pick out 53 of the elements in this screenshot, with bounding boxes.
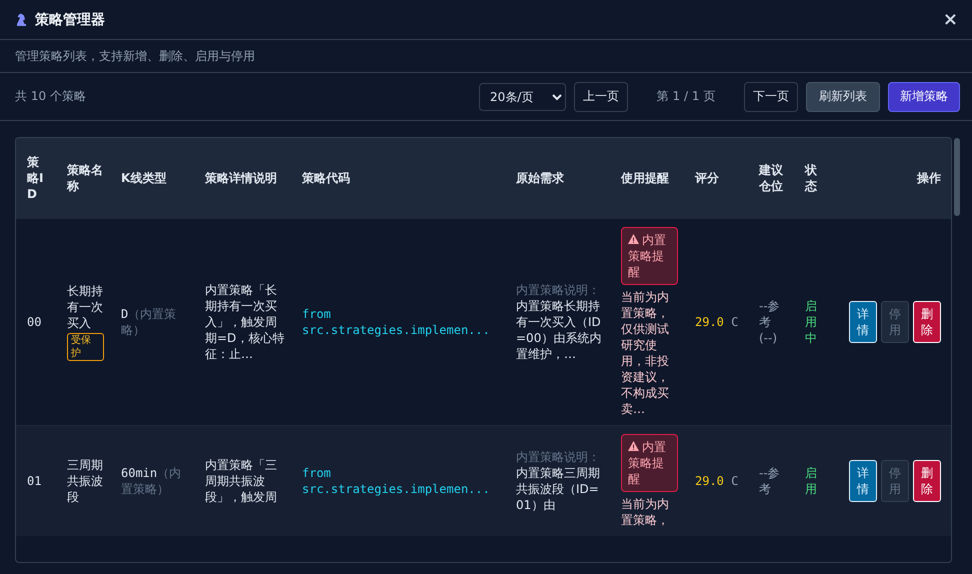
column-header: 建议仓位	[759, 163, 783, 193]
strategy-code: from src.strategies.implemen...	[302, 465, 491, 497]
reminder-badge: 内置策略提醒	[621, 434, 678, 492]
column-header: 原始需求	[516, 171, 564, 185]
strategy-id: 00	[27, 315, 42, 329]
details-button[interactable]: 详情	[849, 460, 877, 502]
kline-type: D（内置策略）	[121, 306, 178, 338]
status-text: 启用	[805, 465, 818, 497]
close-button[interactable]: ×	[940, 9, 960, 30]
status-text: 启用中	[805, 298, 818, 346]
score-value: 29.0 C	[695, 473, 740, 489]
warning-icon	[628, 234, 639, 244]
reminder-badge: 内置策略提醒	[621, 227, 678, 285]
column-header: 评分	[695, 171, 719, 185]
page-size-select[interactable]: 20条/页	[479, 82, 566, 110]
column-header: 策略详情说明	[205, 171, 277, 185]
next-page-button[interactable]: 下一页	[744, 82, 798, 112]
chess-piece-icon	[15, 12, 27, 26]
page-indicator: 第 1 / 1 页	[656, 88, 716, 105]
strategy-count: 共 10 个策略	[15, 88, 87, 105]
strategy-description: 内置策略「三周期共振波段」，触发周	[205, 457, 278, 505]
strategy-code: from src.strategies.implemen...	[302, 306, 491, 338]
prev-page-button[interactable]: 上一页	[574, 82, 628, 112]
kline-type: 60min（内置策略）	[121, 465, 182, 497]
window-title: 策略管理器	[35, 10, 106, 28]
column-header: K线类型	[121, 171, 166, 185]
refresh-button[interactable]: 刷新列表	[806, 82, 880, 112]
original-requirement: 内置策略说明： 内置策略三周期共振波段（ID=01）由	[516, 449, 601, 513]
details-button[interactable]: 详情	[849, 301, 877, 343]
column-header: 策略代码	[302, 171, 350, 185]
protected-tag: 受保护	[67, 333, 104, 361]
delete-button[interactable]: 删除	[913, 301, 941, 343]
warning-icon	[628, 441, 639, 451]
position-note: (--)	[759, 330, 778, 346]
delete-button[interactable]: 删除	[913, 460, 941, 502]
scrollbar-thumb[interactable]	[954, 138, 960, 216]
strategy-name: 长期持有一次买入	[67, 283, 104, 331]
suggested-position: --参考	[759, 298, 781, 330]
add-strategy-button[interactable]: 新增策略	[888, 82, 960, 112]
strategy-description: 内置策略「长期持有一次买入」，触发周期=D，核心特征：止…	[205, 282, 285, 362]
column-header: 策略ID	[27, 155, 44, 201]
strategy-name: 三周期共振波段	[67, 457, 104, 505]
suggested-position: --参考	[759, 465, 781, 497]
column-header: 策略名称	[67, 163, 103, 193]
original-requirement: 内置策略说明： 内置策略长期持有一次买入（ID=00）由系统内置维护，…	[516, 282, 602, 362]
column-header: 使用提醒	[621, 171, 669, 185]
reminder-text: 当前为内置策略，仅供测试研究使用，非投资建议，不构成买卖…	[621, 289, 670, 417]
subtitle-text: 管理策略列表，支持新增、删除、启用与停用	[15, 48, 255, 64]
reminder-text: 当前为内置策略，	[621, 496, 670, 528]
strategy-id: 01	[27, 474, 42, 488]
score-value: 29.0 C	[695, 314, 740, 330]
column-header: 操作	[917, 171, 941, 185]
column-header: 状态	[805, 163, 817, 193]
